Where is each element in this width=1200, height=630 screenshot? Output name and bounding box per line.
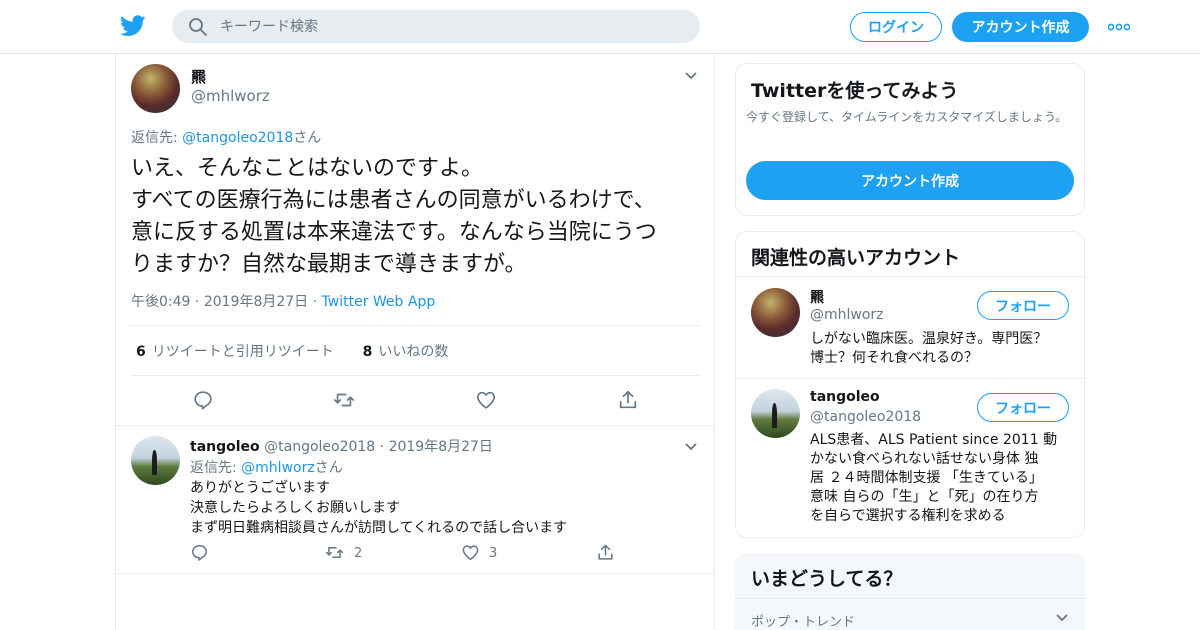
heart-icon[interactable] [475, 389, 497, 411]
reply-to-suffix: さん [314, 460, 343, 476]
search-box[interactable] [172, 10, 700, 43]
search-icon [189, 18, 207, 36]
more-dots-icon[interactable] [1108, 23, 1130, 31]
follow-button[interactable]: フォロー [977, 393, 1069, 422]
account-handle[interactable]: @mhlworz [810, 307, 884, 323]
chevron-down-icon[interactable] [684, 442, 698, 452]
reply-icon[interactable] [192, 389, 214, 411]
divider [736, 276, 1084, 277]
author-name[interactable]: 羆 [191, 66, 206, 87]
reply-header: tangoleo @tangoleo2018 · 2019年8月27日 [190, 436, 493, 456]
search-input[interactable] [220, 10, 680, 43]
tweet-metadata: 午後0:49 · 2019年8月27日 · Twitter Web App [131, 291, 435, 311]
separator: · [194, 294, 204, 310]
tweet-source-link[interactable]: Twitter Web App [322, 294, 436, 310]
bio-line: かない食べられない話せない身体 独 [810, 451, 1039, 467]
tweet-text-line: ありがとうございます [190, 480, 330, 496]
reply-to-line: 返信先: @mhlworzさん [190, 457, 343, 477]
reply-to-link[interactable]: @mhlworz [241, 460, 315, 476]
avatar[interactable] [131, 64, 180, 113]
reply-to-prefix: 返信先: [190, 460, 242, 476]
reply-to-line: 返信先: @tangoleo2018さん [131, 127, 321, 147]
bio-line: 居 ２４時間体制支援 「生きている」 [810, 470, 1043, 486]
tweet-text-line: 意に反する処置は本来違法です。なんなら当院にうつ [131, 220, 657, 245]
related-accounts-title: 関連性の高いアカウント [751, 247, 961, 269]
tweet-stats: 6 リツイートと引用リツイート 8 いいねの数 [136, 341, 448, 361]
tweet-date[interactable]: 2019年8月27日 [204, 294, 308, 310]
divider [130, 325, 700, 326]
chevron-down-icon[interactable] [1055, 613, 1069, 623]
tweet-text-line: いえ、そんなことはないのですよ。 [131, 156, 484, 181]
account-name[interactable]: tangoleo [810, 389, 880, 405]
tweet-thread-column: 羆 @mhlworz 返信先: @tangoleo2018さん いえ、そんなこと… [115, 54, 715, 630]
signup-card-subtitle: 今すぐ登録して、タイムラインをカスタマイズしましょう。 [746, 110, 1068, 124]
like-count: 8 [362, 344, 373, 360]
divider [735, 598, 1085, 599]
retweet-icon[interactable] [333, 389, 355, 411]
reply-tweet[interactable]: tangoleo @tangoleo2018 · 2019年8月27日 返信先:… [116, 425, 714, 574]
reply-icon[interactable] [190, 543, 209, 562]
top-navigation-bar: ログイン アカウント作成 [0, 0, 1200, 54]
retweet-count: 2 [354, 546, 363, 561]
separator: · [379, 439, 389, 455]
like-stat-label: いいねの数 [378, 344, 449, 360]
retweet-stat-label: リツイートと引用リツイート [151, 344, 334, 360]
related-accounts-card: 関連性の高いアカウント 羆 @mhlworz フォロー しがない臨床医。温泉好き… [735, 231, 1085, 538]
bio-line: 意味 自らの「生」と「死」の在り方 [810, 489, 1039, 505]
account-bio: ALS患者、ALS Patient since 2011 動 かない食べられない… [810, 431, 1057, 526]
bio-line: を自らで選択する権利を求める [810, 508, 1006, 524]
signup-card: Twitterを使ってみよう 今すぐ登録して、タイムラインをカスタマイズしましょ… [735, 63, 1085, 216]
retweet-icon[interactable] [325, 543, 344, 562]
divider [130, 375, 700, 376]
bio-line: しがない臨床医。温泉好き。専門医？ [810, 331, 1048, 347]
author-handle[interactable]: @tangoleo2018 [264, 439, 375, 455]
trends-title: いまどうしてる？ [751, 568, 903, 590]
trends-card: いまどうしてる？ ポップ・トレンド [735, 553, 1085, 630]
avatar[interactable] [751, 288, 800, 337]
retweet-stat[interactable]: 6 リツイートと引用リツイート [136, 344, 334, 360]
account-handle[interactable]: @tangoleo2018 [810, 409, 921, 425]
separator: · [312, 294, 322, 310]
bio-line: ALS患者、ALS Patient since 2011 動 [810, 432, 1058, 448]
reply-to-prefix: 返信先: [131, 130, 183, 146]
tweet-date[interactable]: 2019年8月27日 [389, 439, 493, 455]
signup-button[interactable]: アカウント作成 [952, 12, 1089, 42]
tweet-text-line: すべての医療行為には患者さんの同意がいるわけで、 [131, 188, 656, 213]
share-icon[interactable] [617, 389, 639, 411]
like-stat[interactable]: 8 いいねの数 [363, 344, 449, 360]
signup-card-button[interactable]: アカウント作成 [746, 161, 1074, 200]
reply-to-link[interactable]: @tangoleo2018 [182, 130, 293, 146]
author-handle[interactable]: @mhlworz [191, 87, 270, 105]
trend-category: ポップ・トレンド [751, 615, 856, 630]
share-icon[interactable] [596, 543, 615, 562]
signup-card-title: Twitterを使ってみよう [751, 80, 959, 102]
account-bio: しがない臨床医。温泉好き。専門医？ 博士？何それ食べれるの？ [810, 330, 1047, 368]
tweet-text: いえ、そんなことはないのですよ。 すべての医療行為には患者さんの同意がいるわけで… [131, 153, 706, 281]
avatar[interactable] [131, 436, 180, 485]
twitter-bird-icon[interactable] [120, 14, 146, 38]
heart-icon[interactable] [461, 543, 480, 562]
chevron-down-icon[interactable] [684, 71, 698, 81]
bio-line: 博士？何それ食べれるの？ [810, 350, 978, 366]
account-name[interactable]: 羆 [810, 287, 824, 307]
follow-button[interactable]: フォロー [977, 291, 1069, 320]
avatar[interactable] [751, 389, 800, 438]
tweet-text-line: 決意したらよろしくお願いします [190, 500, 400, 516]
tweet-text-line: りますか？自然な最期まで導きますが。 [131, 252, 527, 277]
tweet-text: ありがとうございます 決意したらよろしくお願いします まず明日難病相談員さんが訪… [190, 478, 567, 538]
reply-to-suffix: さん [293, 130, 322, 146]
like-count: 3 [489, 546, 498, 561]
retweet-count: 6 [136, 344, 146, 360]
author-name[interactable]: tangoleo [190, 439, 260, 455]
divider [736, 378, 1084, 379]
tweet-time[interactable]: 午後0:49 [131, 294, 190, 310]
login-button[interactable]: ログイン [850, 12, 942, 42]
tweet-text-line: まず明日難病相談員さんが訪問してくれるので話し合います [190, 520, 568, 536]
